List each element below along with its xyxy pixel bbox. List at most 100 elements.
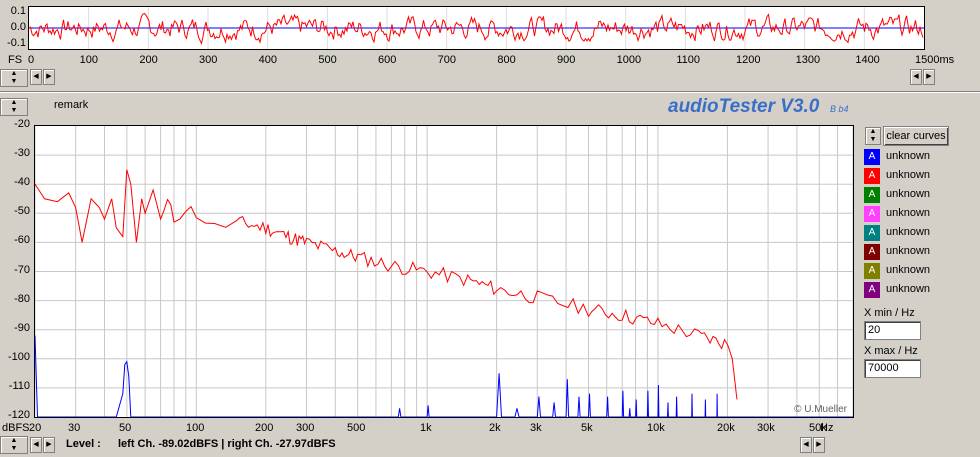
top-x-tick: 600	[378, 54, 397, 66]
spin-up-icon[interactable]: ▲	[1, 99, 27, 107]
top-x-tick: 700	[437, 54, 457, 66]
spin-up-icon[interactable]: ▲	[866, 128, 880, 136]
main-scroll-right-end-button[interactable]: ▶	[813, 437, 825, 453]
main-x-tick: 30	[68, 422, 81, 434]
top-x-tick: 800	[497, 54, 516, 66]
main-x-tick: 30k	[757, 422, 775, 434]
main-y-tick: -110	[8, 379, 30, 392]
main-y-tick: -80	[14, 292, 30, 305]
remark-label: remark	[54, 99, 89, 111]
main-y-tick: -120	[7, 409, 30, 421]
spectrum-right-channel-line	[34, 169, 738, 400]
legend-item-label: unknown	[886, 283, 931, 295]
legend-item-label: unknown	[886, 150, 931, 162]
separator-light	[0, 92, 980, 93]
main-x-unit: Hz	[820, 422, 834, 434]
legend-item-label: unknown	[886, 207, 931, 219]
top-x-tick: 300	[199, 54, 218, 66]
curve-color-swatch[interactable]: A	[864, 225, 880, 241]
app-version: B b4	[830, 104, 849, 114]
main-y-tick: -40	[14, 176, 30, 189]
main-x-tick: 3k	[530, 422, 542, 434]
main-scroll-right-button[interactable]: ▶	[43, 437, 55, 453]
main-x-tick: 1k	[420, 422, 432, 434]
scroll-right-end-button[interactable]: ▶	[923, 69, 935, 85]
top-x-tick: 400	[258, 54, 278, 66]
top-x-tick: 1300	[795, 54, 821, 66]
clear-curves-button[interactable]: clear curves	[883, 126, 949, 146]
main-x-tick: 300	[296, 422, 315, 434]
main-y-tick: -90	[14, 321, 30, 334]
scroll-right-button[interactable]: ▶	[43, 69, 55, 85]
main-y-tick: -70	[14, 263, 30, 276]
top-x-tick: 1100	[676, 54, 700, 66]
main-x-tick: 50	[119, 422, 132, 434]
main-y-unit: dBFS	[2, 422, 30, 434]
spin-up-icon[interactable]: ▲	[1, 70, 27, 78]
top-x-tick: 1200	[736, 54, 761, 66]
main-x-tick: 100	[186, 422, 205, 434]
main-y-tick: -100	[7, 350, 30, 363]
scroll-left-button[interactable]: ◀	[30, 69, 42, 85]
spectrum-svg	[34, 126, 854, 418]
main-x-tick: 5k	[581, 422, 593, 434]
top-x-tick: 100	[79, 54, 99, 66]
curve-color-swatch[interactable]: A	[864, 168, 880, 184]
time-domain-plot	[28, 6, 925, 50]
xmin-label: X min / Hz	[864, 307, 915, 319]
legend-item-label: unknown	[886, 226, 931, 238]
spin-down-icon[interactable]: ▼	[866, 136, 880, 144]
app-title: audioTester V3.0	[668, 96, 820, 117]
main-y-tick: -20	[14, 118, 30, 130]
curve-color-swatch[interactable]: A	[864, 149, 880, 165]
main-x-tick: 200	[255, 422, 274, 434]
curve-color-swatch[interactable]: A	[864, 206, 880, 222]
spin-down-icon[interactable]: ▼	[1, 445, 27, 453]
time-domain-svg	[28, 7, 924, 49]
top-x-tick: 1000	[616, 54, 642, 66]
main-x-tick: 20k	[717, 422, 735, 434]
top-x-tick: 1500ms	[915, 54, 955, 66]
top-x-tick: 900	[557, 54, 576, 66]
curve-color-swatch[interactable]: A	[864, 187, 880, 203]
main-x-tick: 2k	[489, 422, 501, 434]
spin-down-icon[interactable]: ▼	[1, 107, 27, 115]
spectrum-plot: © U.Mueller	[34, 125, 854, 418]
spin-up-icon[interactable]: ▲	[1, 437, 27, 445]
main-x-tick: 20	[29, 422, 42, 434]
legend-item-label: unknown	[886, 188, 931, 200]
spin-down-icon[interactable]: ▼	[1, 78, 27, 86]
legend-item-label: unknown	[886, 169, 931, 181]
top-y-zoom-spinner[interactable]: ▲ ▼	[0, 69, 28, 87]
curve-color-swatch[interactable]: A	[864, 282, 880, 298]
main-scroll-left-button[interactable]: ◀	[30, 437, 42, 453]
level-label: Level :	[66, 438, 101, 450]
top-y-tick-1: 0.0	[10, 21, 26, 33]
top-x-unit: FS	[8, 54, 23, 66]
curve-color-swatch[interactable]: A	[864, 263, 880, 279]
top-x-tick: 500	[318, 54, 337, 66]
remark-spinner[interactable]: ▲ ▼	[0, 98, 28, 116]
main-x-tick: 10k	[647, 422, 665, 434]
legend-item-label: unknown	[886, 264, 931, 276]
xmin-input[interactable]: 20	[864, 321, 921, 340]
legend-item-label: unknown	[886, 245, 931, 257]
top-y-tick-0: 0.1	[10, 5, 26, 17]
xmax-input[interactable]: 70000	[864, 359, 921, 378]
top-x-tick: 200	[139, 54, 158, 66]
xmax-label: X max / Hz	[864, 345, 918, 357]
main-scroll-left-end-button[interactable]: ◀	[800, 437, 812, 453]
top-y-tick-2: -0.1	[7, 37, 26, 49]
main-x-tick: 500	[347, 422, 366, 434]
spectrum-left-channel-line	[34, 335, 853, 418]
top-x-tick: 0	[28, 54, 35, 66]
copyright-text: © U.Mueller	[794, 404, 847, 415]
level-spinner[interactable]: ▲ ▼	[0, 436, 28, 454]
main-y-tick: -50	[14, 205, 30, 218]
level-readout: left Ch. -89.02dBFS | right Ch. -27.97dB…	[118, 438, 336, 450]
curve-color-swatch[interactable]: A	[864, 244, 880, 260]
top-x-tick: 1400	[855, 54, 880, 66]
legend-spinner[interactable]: ▲ ▼	[865, 127, 881, 145]
main-y-tick: -30	[14, 147, 30, 160]
scroll-left-end-button[interactable]: ◀	[910, 69, 922, 85]
